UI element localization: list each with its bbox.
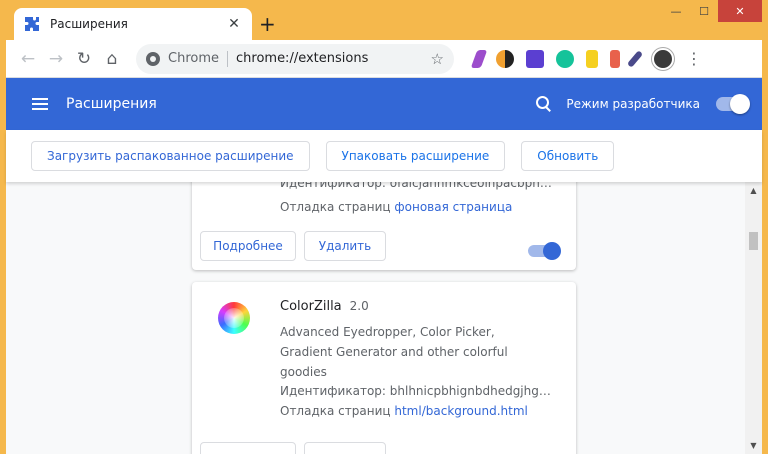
dev-mode-toggle[interactable] bbox=[716, 94, 750, 114]
extension-card-colorzilla: ColorZilla 2.0 Advanced Eyedropper, Color… bbox=[192, 282, 576, 454]
tab-strip: Расширения ✕ + bbox=[6, 0, 762, 40]
hamburger-menu-icon[interactable] bbox=[32, 95, 48, 113]
new-tab-button[interactable]: + bbox=[259, 12, 276, 36]
extension-id: Идентификатор: ofaicjahnmkceoihpacbpnk..… bbox=[280, 182, 556, 190]
address-bar[interactable]: Chrome chrome://extensions ☆ bbox=[136, 43, 454, 74]
inspect-views: Отладка страниц html/background.html bbox=[280, 404, 528, 418]
purple-square-icon[interactable] bbox=[526, 49, 544, 68]
extension-description: Advanced Eyedropper, Color Picker, Gradi… bbox=[280, 325, 508, 379]
inspect-views: Отладка страниц фоновая страница bbox=[280, 200, 512, 214]
vertical-scrollbar[interactable]: ▲ ▼ bbox=[745, 182, 762, 454]
tab-close-icon[interactable]: ✕ bbox=[226, 16, 242, 32]
extension-card: Идентификатор: ofaicjahnmkceoihpacbpnk..… bbox=[192, 182, 576, 270]
bookmark-star-icon[interactable]: ☆ bbox=[431, 50, 444, 68]
extension-icons bbox=[468, 49, 644, 68]
eyedropper-icon[interactable] bbox=[626, 49, 644, 68]
extension-enable-toggle[interactable] bbox=[528, 242, 561, 260]
window-frame: Расширения ✕ + — ☐ ✕ ← → ↻ ⌂ Chrome chro… bbox=[0, 0, 768, 454]
feather-icon[interactable] bbox=[470, 49, 488, 68]
omnibox-url[interactable]: chrome://extensions bbox=[236, 51, 431, 66]
colorzilla-logo-icon bbox=[218, 302, 250, 334]
page-title: Расширения bbox=[66, 96, 157, 112]
grammarly-icon[interactable] bbox=[556, 49, 574, 68]
window-controls: — ☐ ✕ bbox=[662, 0, 762, 22]
load-unpacked-button[interactable]: Загрузить распакованное расширение bbox=[31, 141, 310, 171]
extensions-list: Идентификатор: ofaicjahnmkceoihpacbpnk..… bbox=[6, 182, 762, 454]
half-circle-icon[interactable] bbox=[496, 49, 514, 68]
search-icon[interactable] bbox=[536, 96, 552, 112]
puzzle-icon bbox=[25, 17, 39, 31]
developer-toolbar: Загрузить распакованное расширение Упако… bbox=[6, 130, 762, 182]
toggle-knob bbox=[730, 94, 750, 114]
tab-title: Расширения bbox=[50, 17, 128, 31]
scroll-down-arrow-icon[interactable]: ▼ bbox=[745, 437, 762, 454]
details-button-partial[interactable] bbox=[200, 442, 296, 454]
tab-extensions[interactable]: Расширения ✕ bbox=[14, 8, 252, 40]
update-button[interactable]: Обновить bbox=[521, 141, 615, 171]
back-button[interactable]: ← bbox=[14, 45, 42, 73]
extension-id: Идентификатор: bhlhnicpbhignbdhedgjhgdoc… bbox=[280, 384, 556, 398]
maximize-button[interactable]: ☐ bbox=[690, 0, 718, 22]
menu-icon[interactable]: ⋮ bbox=[684, 49, 704, 68]
inspect-link[interactable]: фоновая страница bbox=[394, 200, 512, 214]
toggle-knob bbox=[543, 242, 561, 260]
reload-button[interactable]: ↻ bbox=[70, 45, 98, 73]
omnibox-origin: Chrome bbox=[168, 51, 219, 66]
browser-toolbar: ← → ↻ ⌂ Chrome chrome://extensions ☆ ⋮ bbox=[6, 40, 762, 78]
inspect-label: Отладка страниц bbox=[280, 200, 391, 214]
remove-button-partial[interactable] bbox=[304, 442, 386, 454]
forward-button[interactable]: → bbox=[42, 45, 70, 73]
extension-name: ColorZilla bbox=[280, 299, 342, 314]
chrome-icon bbox=[146, 51, 160, 66]
lighthouse-icon[interactable] bbox=[610, 49, 620, 68]
scroll-up-arrow-icon[interactable]: ▲ bbox=[745, 182, 762, 199]
dev-mode-label: Режим разработчика bbox=[566, 97, 700, 111]
minimize-button[interactable]: — bbox=[662, 0, 690, 22]
extension-version: 2.0 bbox=[349, 299, 369, 313]
details-button[interactable]: Подробнее bbox=[200, 231, 296, 261]
scroll-thumb[interactable] bbox=[749, 232, 758, 250]
inspect-link[interactable]: html/background.html bbox=[394, 404, 528, 418]
inspect-label: Отладка страниц bbox=[280, 404, 391, 418]
close-window-button[interactable]: ✕ bbox=[718, 0, 762, 22]
omnibox-separator bbox=[227, 50, 228, 67]
extensions-header: Расширения Режим разработчика bbox=[6, 78, 762, 130]
extension-name-row: ColorZilla 2.0 bbox=[280, 299, 369, 314]
home-button[interactable]: ⌂ bbox=[98, 45, 126, 73]
pack-extension-button[interactable]: Упаковать расширение bbox=[325, 141, 506, 171]
notes-badge-icon[interactable] bbox=[586, 49, 598, 68]
profile-avatar[interactable] bbox=[652, 47, 674, 70]
remove-button[interactable]: Удалить bbox=[304, 231, 386, 261]
